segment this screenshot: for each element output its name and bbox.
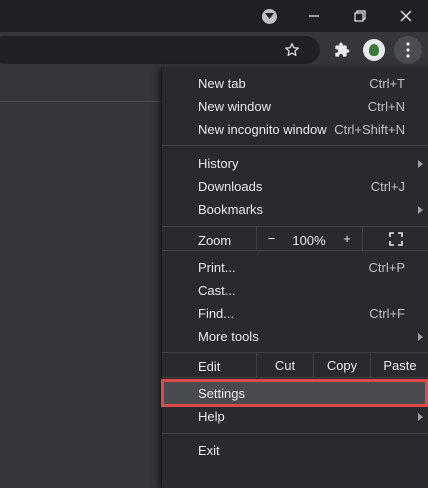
toolbar bbox=[0, 32, 428, 68]
zoom-in-label: + bbox=[343, 231, 351, 246]
fullscreen-button[interactable] bbox=[362, 227, 428, 250]
zoom-out-button[interactable]: − bbox=[256, 227, 286, 250]
tab-search-button[interactable] bbox=[258, 0, 280, 32]
submenu-arrow-icon bbox=[418, 413, 423, 421]
menu-item-shortcut: Ctrl+T bbox=[369, 76, 405, 91]
settings-highlight-box bbox=[161, 379, 428, 407]
minimize-button[interactable] bbox=[300, 0, 328, 32]
submenu-arrow-icon bbox=[418, 160, 423, 168]
copy-button[interactable]: Copy bbox=[313, 353, 370, 377]
puzzle-piece-icon bbox=[335, 42, 350, 57]
menu-item-shortcut: Ctrl+N bbox=[367, 99, 405, 114]
star-icon bbox=[285, 43, 299, 56]
menu-item-new-window[interactable]: New window Ctrl+N bbox=[162, 95, 428, 118]
cut-button[interactable]: Cut bbox=[256, 353, 313, 377]
fullscreen-icon bbox=[389, 231, 403, 246]
menu-item-print[interactable]: Print... Ctrl+P bbox=[162, 256, 428, 279]
zoom-out-label: − bbox=[267, 231, 276, 246]
close-icon bbox=[400, 10, 412, 22]
menu-item-label: Exit bbox=[198, 443, 220, 458]
paste-label: Paste bbox=[383, 357, 417, 373]
cut-label: Cut bbox=[274, 357, 296, 373]
avatar-icon bbox=[363, 39, 385, 61]
minimize-icon bbox=[309, 15, 319, 17]
chrome-menu: New tab Ctrl+T New window Ctrl+N New inc… bbox=[161, 67, 428, 488]
close-button[interactable] bbox=[392, 0, 420, 32]
menu-divider bbox=[162, 433, 428, 434]
menu-item-label: New tab bbox=[198, 76, 246, 91]
profile-button[interactable] bbox=[360, 36, 388, 64]
zoom-row: Zoom − 100% + bbox=[162, 227, 428, 250]
menu-item-downloads[interactable]: Downloads Ctrl+J bbox=[162, 175, 428, 198]
restore-button[interactable] bbox=[346, 0, 374, 32]
menu-button[interactable] bbox=[394, 36, 422, 64]
edit-row: Edit Cut Copy Paste bbox=[162, 353, 428, 377]
menu-item-label: Help bbox=[198, 409, 225, 424]
menu-item-shortcut: Ctrl+Shift+N bbox=[334, 122, 405, 137]
zoom-in-button[interactable]: + bbox=[332, 227, 362, 250]
menu-item-shortcut: Ctrl+J bbox=[370, 179, 405, 194]
bookmark-star-button[interactable] bbox=[280, 38, 304, 62]
menu-item-label: Find... bbox=[198, 306, 235, 321]
menu-item-label: Cast... bbox=[198, 283, 236, 298]
menu-divider bbox=[162, 250, 428, 251]
menu-item-label: New window bbox=[198, 99, 271, 114]
chevron-down-icon bbox=[261, 8, 277, 24]
menu-item-label: Print... bbox=[198, 260, 236, 275]
menu-item-exit[interactable]: Exit bbox=[162, 439, 428, 462]
menu-item-shortcut: Ctrl+P bbox=[368, 260, 405, 275]
menu-item-label: New incognito window bbox=[198, 122, 327, 137]
kebab-menu-icon bbox=[406, 42, 410, 58]
menu-item-shortcut: Ctrl+F bbox=[369, 306, 405, 321]
extensions-button[interactable] bbox=[328, 36, 356, 64]
menu-item-label: Bookmarks bbox=[198, 202, 264, 217]
submenu-arrow-icon bbox=[418, 333, 423, 341]
copy-label: Copy bbox=[326, 357, 358, 373]
menu-divider bbox=[162, 377, 428, 378]
menu-item-new-tab[interactable]: New tab Ctrl+T bbox=[162, 72, 428, 95]
menu-item-help[interactable]: Help bbox=[162, 405, 428, 428]
menu-item-label: Downloads bbox=[198, 179, 263, 194]
menu-item-cast[interactable]: Cast... bbox=[162, 279, 428, 302]
menu-item-label: History bbox=[198, 156, 239, 171]
address-bar[interactable] bbox=[0, 36, 320, 64]
menu-divider bbox=[162, 145, 428, 146]
zoom-label: Zoom bbox=[198, 233, 232, 248]
menu-item-more-tools[interactable]: More tools bbox=[162, 325, 428, 348]
menu-item-label: More tools bbox=[198, 329, 259, 344]
restore-icon bbox=[354, 10, 366, 22]
zoom-level: 100% bbox=[292, 233, 326, 248]
edit-label: Edit bbox=[198, 359, 221, 374]
menu-item-bookmarks[interactable]: Bookmarks bbox=[162, 198, 428, 221]
menu-item-new-incognito-window[interactable]: New incognito window Ctrl+Shift+N bbox=[162, 118, 428, 141]
submenu-arrow-icon bbox=[418, 206, 423, 214]
menu-item-history[interactable]: History bbox=[162, 152, 428, 175]
paste-button[interactable]: Paste bbox=[370, 353, 428, 377]
title-bar bbox=[0, 0, 428, 32]
menu-item-find[interactable]: Find... Ctrl+F bbox=[162, 302, 428, 325]
